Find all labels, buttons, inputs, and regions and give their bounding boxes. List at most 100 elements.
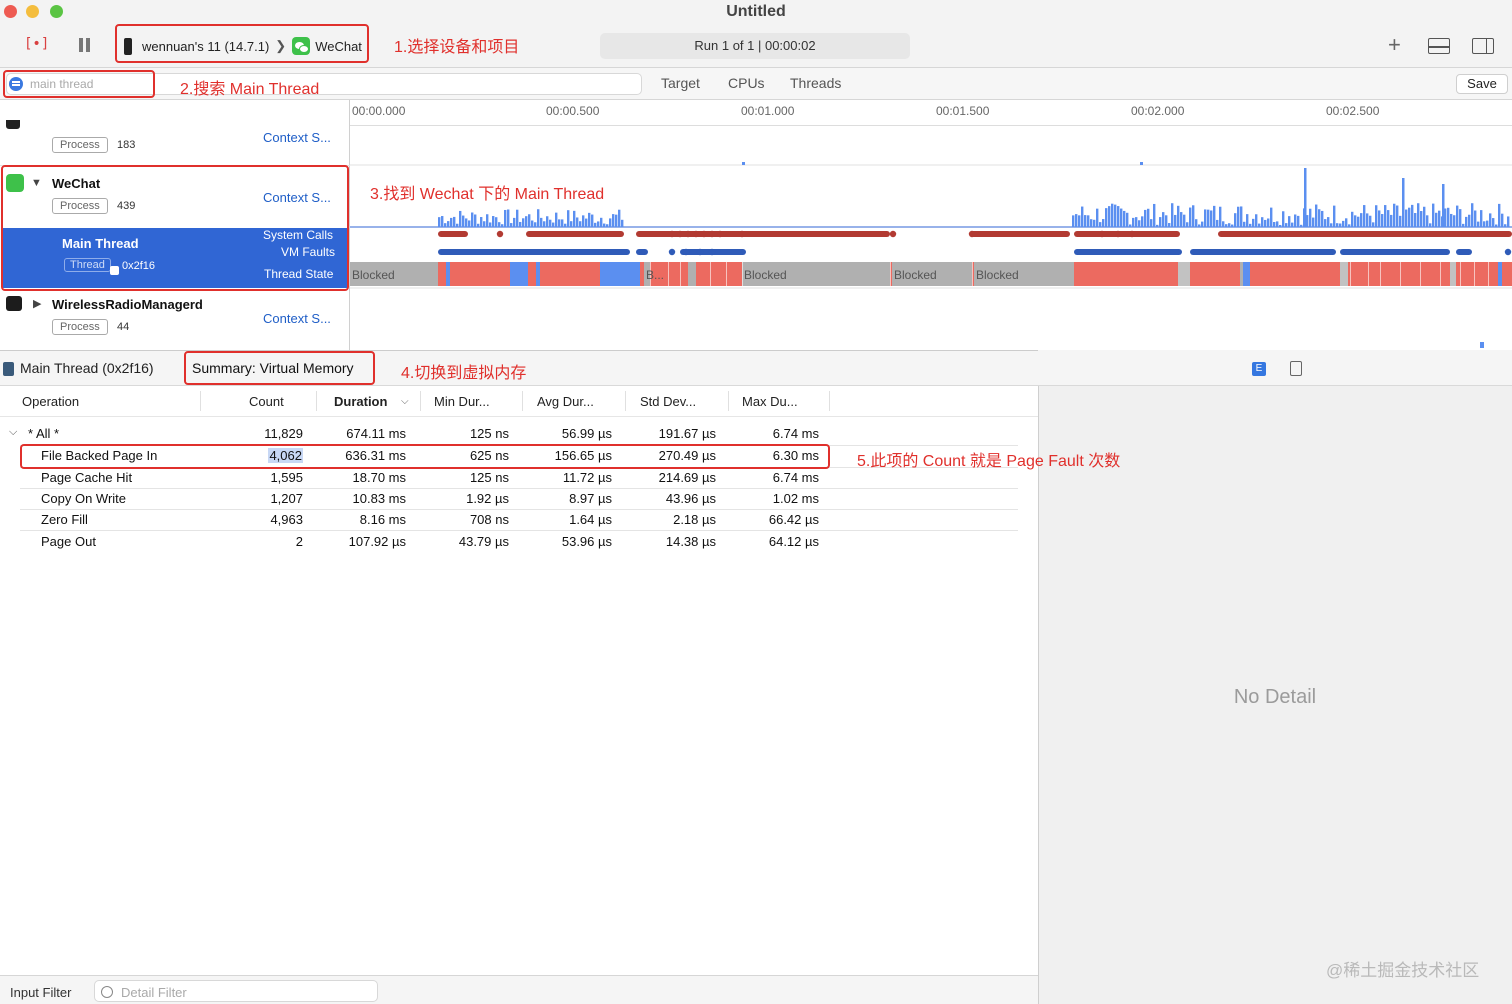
vm-fault-segment: [1456, 249, 1472, 255]
cpu-usage-bar: [453, 216, 456, 227]
cpu-usage-bar: [1372, 222, 1375, 227]
thread-state-cpu: [510, 262, 528, 286]
column-separator[interactable]: [522, 391, 523, 411]
save-button[interactable]: Save: [1456, 74, 1508, 94]
watermark: @稀土掘金技术社区: [1326, 961, 1480, 980]
disclosure-triangle-icon[interactable]: ▶: [33, 297, 41, 310]
annotation-step4: 4.切换到虚拟内存: [401, 365, 527, 382]
cpu-usage-bar: [1093, 219, 1096, 227]
cell-avg-duration: 56.99 µs: [561, 426, 612, 441]
cpu-usage-bar: [516, 209, 519, 227]
cpu-usage-bar: [1216, 219, 1219, 227]
system-call-dot: [668, 230, 676, 238]
cpu-usage-bar: [483, 221, 486, 227]
cpu-usage-bar: [474, 214, 477, 227]
column-separator[interactable]: [728, 391, 729, 411]
record-button[interactable]: [•]: [24, 36, 49, 52]
thread-state-label: Blocked: [894, 268, 937, 282]
filter-icon: [101, 986, 113, 998]
toggle-inspector-button[interactable]: [1472, 38, 1494, 54]
scope-tab-target[interactable]: Target: [661, 75, 700, 91]
cpu-usage-bar: [570, 221, 573, 227]
column-header-count[interactable]: Count: [249, 394, 284, 409]
chevron-down-icon[interactable]: ⌵: [9, 426, 17, 439]
toggle-detail-pane-button[interactable]: [1428, 38, 1450, 54]
cell-count: 11,829: [264, 426, 303, 441]
column-header-operation[interactable]: Operation: [22, 394, 79, 409]
cpu-usage-bar: [1420, 211, 1423, 227]
cpu-usage-bar: [1336, 223, 1339, 227]
column-header-avg-duration[interactable]: Avg Dur...: [537, 394, 594, 409]
cpu-usage-bar: [1153, 203, 1156, 227]
context-switch-lane-label: Context S...: [263, 130, 331, 145]
cpu-usage-bar: [1426, 215, 1429, 227]
cpu-usage-bar: [1105, 208, 1108, 227]
system-call-dot: [1114, 230, 1122, 238]
document-icon[interactable]: [1290, 361, 1302, 376]
cpu-usage-bar: [486, 214, 489, 227]
thread-state-tick: [1400, 262, 1401, 286]
table-row[interactable]: Page Cache Hit 1,595 18.70 ms 125 ns 11.…: [0, 468, 1038, 489]
column-separator[interactable]: [420, 391, 421, 411]
cpu-usage-bar: [1147, 208, 1150, 227]
pause-button[interactable]: [78, 38, 92, 52]
column-header-max-duration[interactable]: Max Du...: [742, 394, 798, 409]
cpu-usage-bar: [582, 215, 585, 227]
cpu-usage-bar: [1465, 216, 1468, 227]
detail-thread-title[interactable]: Main Thread (0x2f16): [20, 360, 154, 376]
table-row-all[interactable]: ⌵ * All * 11,829 674.11 ms 125 ns 56.99 …: [0, 424, 1038, 445]
table-row[interactable]: Page Out 2 107.92 µs 43.79 µs 53.96 µs 1…: [0, 532, 1038, 553]
cpu-usage-bar: [1246, 214, 1249, 227]
thread-icon: [3, 362, 14, 376]
table-row[interactable]: Copy On Write 1,207 10.83 ms 1.92 µs 8.9…: [0, 489, 1038, 510]
cpu-usage-bar: [1330, 223, 1333, 227]
column-header-std-dev[interactable]: Std Dev...: [640, 394, 696, 409]
extended-detail-icon[interactable]: E: [1252, 362, 1266, 376]
cpu-usage-bar: [1078, 215, 1081, 227]
row-divider: [20, 530, 1018, 531]
cpu-usage-bar: [549, 219, 552, 227]
cpu-usage-bar: [1207, 209, 1210, 227]
cpu-usage-bar: [1327, 217, 1330, 227]
table-row[interactable]: Zero Fill 4,963 8.16 ms 708 ns 1.64 µs 2…: [0, 510, 1038, 531]
column-header-min-duration[interactable]: Min Dur...: [434, 394, 490, 409]
cpu-usage-bar: [1495, 224, 1498, 227]
cpu-usage-bar: [585, 218, 588, 227]
thread-state-cpu: [600, 262, 640, 286]
system-call-dot: [496, 230, 504, 238]
column-separator[interactable]: [316, 391, 317, 411]
column-header-duration[interactable]: Duration: [334, 394, 387, 409]
cpu-usage-bar: [1249, 223, 1252, 227]
vm-fault-segment: [1190, 249, 1336, 255]
cpu-usage-bar: [1162, 212, 1165, 227]
system-call-dot: [1098, 230, 1106, 238]
cpu-usage-bar: [1186, 222, 1189, 227]
cpu-usage-bar: [1468, 214, 1471, 227]
column-separator[interactable]: [829, 391, 830, 411]
thread-state-running: [1250, 262, 1340, 286]
cpu-usage-bar: [1486, 220, 1489, 227]
cell-duration: 674.11 ms: [346, 426, 406, 441]
cpu-usage-bar: [468, 220, 471, 227]
cpu-usage-bar: [1351, 211, 1354, 227]
scope-tab-cpus[interactable]: CPUs: [728, 75, 765, 91]
cpu-usage-bar: [1342, 220, 1345, 227]
process-name[interactable]: WirelessRadioManagerd: [52, 297, 203, 312]
cpu-usage-bar: [1225, 224, 1228, 227]
ruler-tick-label: 00:00.500: [546, 104, 600, 118]
track-graphs[interactable]: [350, 126, 1512, 350]
cpu-usage-bar: [1396, 205, 1399, 227]
ruler-tick-label: 00:02.000: [1131, 104, 1185, 118]
input-filter-button[interactable]: Input Filter: [10, 985, 71, 1000]
scope-tab-threads[interactable]: Threads: [790, 75, 841, 91]
add-instrument-button[interactable]: +: [1388, 32, 1401, 58]
thread-state-label: Blocked: [352, 268, 395, 282]
column-separator[interactable]: [625, 391, 626, 411]
cpu-usage-bar: [1483, 221, 1486, 227]
cpu-usage-bar: [573, 210, 576, 227]
annotation-box-step2: [3, 70, 155, 98]
annotation-step3: 3.找到 Wechat 下的 Main Thread: [370, 186, 605, 203]
detail-filter-input[interactable]: [121, 985, 321, 1000]
cpu-usage-bar: [1111, 203, 1114, 227]
column-separator[interactable]: [200, 391, 201, 411]
